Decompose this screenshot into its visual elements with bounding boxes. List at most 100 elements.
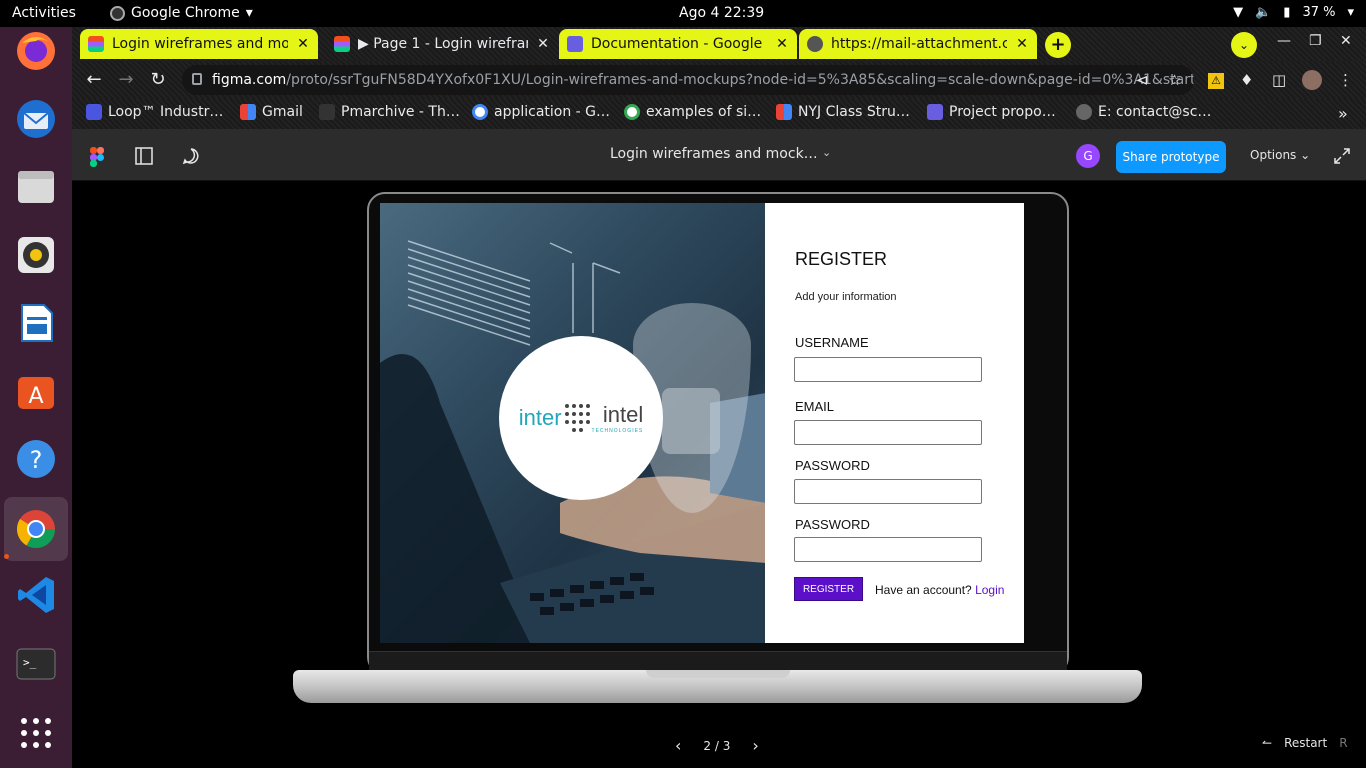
username-label: USERNAME (795, 335, 869, 350)
close-window-button[interactable]: ✕ (1340, 33, 1352, 49)
minimize-button[interactable]: — (1277, 33, 1291, 49)
caret-down-icon: ▾ (245, 5, 253, 21)
app-grid-icon (21, 718, 51, 748)
chrome-launcher[interactable] (4, 497, 68, 561)
show-apps-button[interactable] (12, 709, 60, 757)
email-label: EMAIL (795, 399, 835, 414)
power-menu-icon: ▾ (1347, 5, 1354, 20)
tab-login-wireframes[interactable]: Login wireframes and mo ✕ (80, 29, 318, 59)
reload-button[interactable]: ↻ (147, 69, 169, 90)
fullscreen-icon[interactable] (1334, 148, 1350, 164)
wifi-icon: ▼ (1233, 5, 1244, 20)
firefox-launcher[interactable] (12, 27, 60, 75)
profile-avatar[interactable] (1302, 70, 1322, 90)
bookmark-loop[interactable]: Loop™ Industr… (86, 104, 223, 120)
password-field[interactable] (794, 479, 982, 504)
restart-label: Restart (1284, 736, 1328, 750)
running-indicator (4, 554, 9, 559)
tab-strip: Login wireframes and mo ✕ ▶ Page 1 - Log… (72, 27, 1366, 61)
file-title[interactable]: Login wireframes and mock… (610, 146, 818, 162)
confirm-password-field[interactable] (794, 537, 982, 562)
tab-page-1[interactable]: ▶ Page 1 - Login wirefram ✕ (326, 29, 558, 59)
close-tab-icon[interactable]: ✕ (1015, 36, 1029, 52)
comment-icon[interactable] (182, 147, 200, 165)
chrome-window: Login wireframes and mo ✕ ▶ Page 1 - Log… (72, 27, 1366, 768)
tab-search-button[interactable]: ⌄ (1231, 32, 1257, 58)
tab-title: Documentation - Google I (591, 36, 767, 52)
figma-logo-icon[interactable] (90, 147, 104, 167)
bookmark-label: application - G… (494, 104, 611, 120)
more-bookmarks-icon[interactable]: » (1338, 104, 1348, 123)
new-tab-button[interactable]: + (1045, 32, 1071, 58)
rhythmbox-launcher[interactable] (12, 231, 60, 279)
battery-icon: ▮ (1283, 5, 1291, 20)
bookmark-nyj[interactable]: NYJ Class Stru… (776, 104, 910, 120)
activities-button[interactable]: Activities (12, 5, 76, 21)
app-menu[interactable]: Google Chrome ▾ (110, 5, 253, 21)
next-frame-icon[interactable]: › (752, 736, 758, 755)
chevron-down-icon[interactable]: ⌄ (822, 146, 831, 159)
extensions-puzzle-icon[interactable]: ♦ (1240, 71, 1253, 89)
chevron-down-icon: ⌄ (1238, 38, 1250, 52)
restart-shortcut-key: R (1339, 736, 1348, 750)
bookmark-examples[interactable]: examples of si… (624, 104, 761, 120)
vscode-launcher[interactable] (12, 571, 60, 619)
bookmark-application[interactable]: application - G… (472, 104, 610, 120)
register-button[interactable]: REGISTER (794, 577, 863, 601)
software-center-icon: A (18, 377, 54, 409)
bookmark-star-icon[interactable]: ☆ (1168, 71, 1181, 89)
writer-launcher[interactable] (12, 299, 60, 347)
svg-text:?: ? (30, 446, 43, 474)
maximize-button[interactable]: ❐ (1309, 33, 1322, 49)
google-icon (472, 104, 488, 120)
chrome-app-icon (110, 5, 125, 21)
share-prototype-button[interactable]: Share prototype (1116, 141, 1226, 173)
login-link[interactable]: Login (975, 583, 1004, 597)
url-path: /proto/ssrTguFN58D4YXofx0F1XU/Login-wire… (286, 72, 1194, 88)
close-tab-icon[interactable]: ✕ (775, 36, 789, 52)
help-launcher[interactable]: ? (12, 435, 60, 483)
previous-frame-icon[interactable]: ‹ (675, 736, 681, 755)
close-tab-icon[interactable]: ✕ (536, 36, 550, 52)
bookmark-gmail[interactable]: Gmail (240, 104, 303, 120)
software-launcher[interactable]: A (12, 367, 60, 415)
side-panel-icon[interactable]: ◫ (1272, 71, 1286, 89)
system-tray[interactable]: ▼ 🔈 ▮ 37 % ▾ (1233, 5, 1354, 20)
terminal-launcher[interactable]: >_ (12, 639, 60, 687)
user-avatar[interactable]: G (1076, 144, 1100, 168)
forward-button[interactable]: → (115, 69, 137, 90)
confirm-password-label: PASSWORD (795, 517, 870, 532)
tab-documentation[interactable]: Documentation - Google I ✕ (559, 29, 797, 59)
files-launcher[interactable] (12, 163, 60, 211)
back-button[interactable]: ← (83, 69, 105, 90)
options-menu[interactable]: Options ⌄ (1250, 148, 1310, 162)
restart-button[interactable]: ↼ Restart R (1262, 736, 1348, 750)
tab-mail-attachment[interactable]: https://mail-attachment.c ✕ (799, 29, 1037, 59)
lock-icon (192, 73, 202, 85)
thunderbird-launcher[interactable] (12, 95, 60, 143)
address-bar[interactable]: figma.com/proto/ssrTguFN58D4YXofx0F1XU/L… (182, 65, 1194, 95)
share-icon[interactable]: ⊲ (1136, 71, 1149, 89)
page-indicator: 2 / 3 (703, 738, 731, 753)
password-label: PASSWORD (795, 458, 870, 473)
chrome-menu-icon[interactable]: ⋮ (1338, 71, 1353, 89)
register-form-panel: REGISTER Add your information USERNAME E… (765, 203, 1024, 643)
bookmark-project[interactable]: Project propo… (927, 104, 1056, 120)
laptop-hinge (369, 651, 1067, 671)
google-icon (624, 104, 640, 120)
prototype-pager: ‹ 2 / 3 › (675, 736, 759, 755)
pm-icon (319, 104, 335, 120)
extension-icon[interactable]: ⚠ (1208, 73, 1224, 89)
close-tab-icon[interactable]: ✕ (296, 36, 310, 52)
globe-icon (1076, 104, 1092, 120)
clock[interactable]: Ago 4 22:39 (679, 5, 764, 21)
docs-icon (927, 104, 943, 120)
username-field[interactable] (794, 357, 982, 382)
bookmark-contact[interactable]: E: contact@sc… (1076, 104, 1211, 120)
globe-favicon-icon (807, 36, 823, 52)
docs-favicon-icon (567, 36, 583, 52)
logo-dot-grid-icon (564, 404, 590, 432)
bookmark-pmarchive[interactable]: Pmarchive - Th… (319, 104, 460, 120)
sidebar-toggle-icon[interactable] (135, 147, 153, 165)
email-field[interactable] (794, 420, 982, 445)
